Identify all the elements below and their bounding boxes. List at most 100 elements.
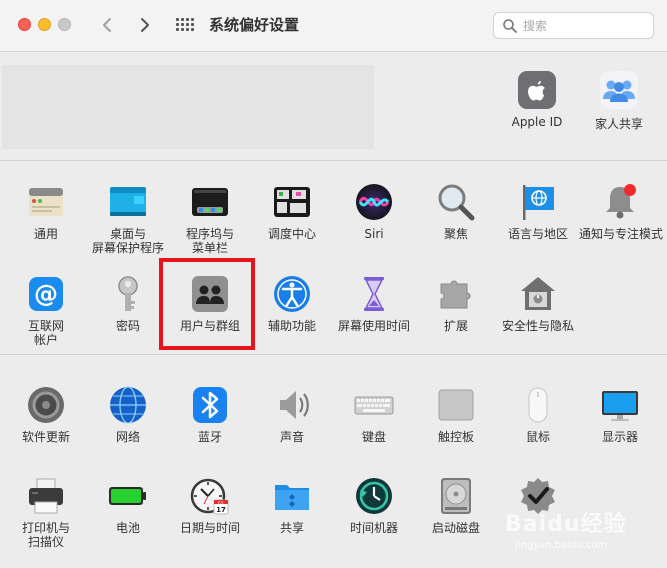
pref-language-region[interactable]: 语言与地区 bbox=[497, 182, 579, 241]
label-line-2: 扫描仪 bbox=[27, 535, 64, 549]
grid-dot-icon bbox=[176, 28, 179, 31]
pref-keyboard[interactable]: 键盘 bbox=[333, 385, 415, 444]
network-icon bbox=[108, 385, 148, 425]
pref-bluetooth[interactable]: 蓝牙 bbox=[169, 385, 251, 444]
label-line-2: 屏幕保护程序 bbox=[91, 241, 164, 255]
pref-screen-time[interactable]: 屏幕使用时间 bbox=[333, 274, 415, 333]
pref-dock-menubar[interactable]: 程序坞与 菜单栏 bbox=[169, 182, 251, 255]
pref-internet-accounts[interactable]: @ 互联网 帐户 bbox=[5, 274, 87, 347]
titlebar: 系统偏好设置 bbox=[0, 0, 667, 52]
grid-dot-icon bbox=[176, 23, 179, 26]
show-all-grid-button[interactable] bbox=[174, 16, 194, 34]
pref-spotlight-label: 聚焦 bbox=[443, 227, 468, 241]
pref-desktop-screensaver[interactable]: 桌面与 屏幕保护程序 bbox=[87, 182, 169, 255]
account-info-area[interactable] bbox=[2, 65, 374, 149]
pref-network-label: 网络 bbox=[115, 430, 140, 444]
apple-id-label: Apple ID bbox=[511, 115, 563, 129]
pref-printers-scanners[interactable]: 打印机与 扫描仪 bbox=[5, 476, 87, 549]
pref-printers-scanners-label: 打印机与 扫描仪 bbox=[5, 521, 87, 549]
pref-accessibility[interactable]: 辅助功能 bbox=[251, 274, 333, 333]
grid-dot-icon bbox=[191, 18, 194, 21]
search-box[interactable] bbox=[493, 12, 654, 39]
pref-sound-label: 声音 bbox=[279, 430, 304, 444]
zoom-button[interactable] bbox=[58, 18, 71, 31]
grid-dot-icon bbox=[181, 18, 184, 21]
pref-displays[interactable]: 显示器 bbox=[579, 385, 661, 444]
grid-dot-icon bbox=[181, 28, 184, 31]
bluetooth-icon bbox=[190, 385, 230, 425]
chevron-left-icon bbox=[103, 18, 111, 32]
pref-startup-disk[interactable]: 启动磁盘 bbox=[415, 476, 497, 535]
system-preferences-window: 系统偏好设置 Apple ID 家人共享 通用 bbox=[0, 0, 667, 568]
grid-dot-icon bbox=[191, 28, 194, 31]
keyboard-icon bbox=[354, 385, 394, 425]
search-input[interactable] bbox=[523, 18, 643, 33]
pref-passwords[interactable]: 密码 bbox=[87, 274, 169, 333]
pref-battery[interactable]: 电池 bbox=[87, 476, 169, 535]
forward-button[interactable] bbox=[134, 14, 156, 36]
pref-users-groups[interactable]: 用户与群组 bbox=[169, 274, 251, 333]
apple-id-item[interactable]: Apple ID bbox=[497, 71, 577, 129]
chevron-right-icon bbox=[141, 18, 149, 32]
security-privacy-icon bbox=[518, 274, 558, 314]
back-button[interactable] bbox=[96, 14, 118, 36]
label-line-2: 菜单栏 bbox=[191, 241, 228, 255]
pref-mouse[interactable]: 鼠标 bbox=[497, 385, 579, 444]
preferences-section-personal: 通用 桌面与 屏幕保护程序 程序坞与 菜单栏 调度中心 Siri 聚焦 语言与地… bbox=[0, 162, 667, 355]
pref-security-privacy[interactable]: 安全性与隐私 bbox=[497, 274, 579, 333]
pref-screen-time-label: 屏幕使用时间 bbox=[337, 319, 410, 333]
grid-dot-icon bbox=[176, 18, 179, 21]
label-line-1: 打印机与 bbox=[21, 521, 70, 535]
family-sharing-icon bbox=[600, 71, 638, 109]
pref-general[interactable]: 通用 bbox=[5, 182, 87, 241]
pref-displays-label: 显示器 bbox=[601, 430, 638, 444]
startup-disk-icon bbox=[436, 476, 476, 516]
label-line-1: 程序坞与 bbox=[185, 227, 234, 241]
desktop-screensaver-icon bbox=[108, 182, 148, 222]
family-sharing-item[interactable]: 家人共享 bbox=[579, 71, 659, 132]
displays-icon bbox=[600, 385, 640, 425]
sharing-icon bbox=[272, 476, 312, 516]
pref-software-update[interactable]: 软件更新 bbox=[5, 385, 87, 444]
battery-icon bbox=[108, 476, 148, 516]
pref-sharing[interactable]: 共享 bbox=[251, 476, 333, 535]
pref-siri[interactable]: Siri bbox=[333, 182, 415, 241]
pref-notifications[interactable]: 通知与专注模式 bbox=[579, 182, 663, 241]
svg-text:@: @ bbox=[34, 280, 58, 308]
date-time-icon: JUL 17 bbox=[190, 476, 230, 516]
notifications-icon bbox=[600, 182, 640, 222]
grid-dot-icon bbox=[181, 23, 184, 26]
pref-network[interactable]: 网络 bbox=[87, 385, 169, 444]
trackpad-icon bbox=[436, 385, 476, 425]
pref-date-time[interactable]: JUL 17 日期与时间 bbox=[169, 476, 251, 535]
pref-time-machine[interactable]: 时间机器 bbox=[333, 476, 415, 535]
minimize-button[interactable] bbox=[38, 18, 51, 31]
close-button[interactable] bbox=[18, 18, 31, 31]
calendar-day: 17 bbox=[216, 506, 226, 514]
dock-menubar-icon bbox=[190, 182, 230, 222]
pref-extensions[interactable]: 扩展 bbox=[415, 274, 497, 333]
pref-mission-control[interactable]: 调度中心 bbox=[251, 182, 333, 241]
users-groups-icon bbox=[190, 274, 230, 314]
grid-dot-icon bbox=[191, 23, 194, 26]
pref-bluetooth-label: 蓝牙 bbox=[197, 430, 222, 444]
watermark: Baidu经验 bbox=[505, 512, 627, 537]
label-line-2: 帐户 bbox=[33, 333, 58, 347]
pref-battery-label: 电池 bbox=[115, 521, 140, 535]
mouse-icon bbox=[518, 385, 558, 425]
grid-dot-icon bbox=[186, 23, 189, 26]
pref-spotlight[interactable]: 聚焦 bbox=[415, 182, 497, 241]
pref-trackpad-label: 触控板 bbox=[437, 430, 474, 444]
watermark-subtext: jingyan.baidu.com bbox=[515, 540, 608, 551]
pref-desktop-screensaver-label: 桌面与 屏幕保护程序 bbox=[87, 227, 169, 255]
pref-trackpad[interactable]: 触控板 bbox=[415, 385, 497, 444]
window-title: 系统偏好设置 bbox=[209, 16, 300, 34]
pref-software-update-label: 软件更新 bbox=[21, 430, 70, 444]
sound-icon bbox=[272, 385, 312, 425]
printers-scanners-icon bbox=[26, 476, 66, 516]
pref-sound[interactable]: 声音 bbox=[251, 385, 333, 444]
pref-passwords-label: 密码 bbox=[115, 319, 140, 333]
apple-id-icon bbox=[518, 71, 556, 109]
pref-date-time-label: 日期与时间 bbox=[179, 521, 240, 535]
pref-security-privacy-label: 安全性与隐私 bbox=[501, 319, 574, 333]
